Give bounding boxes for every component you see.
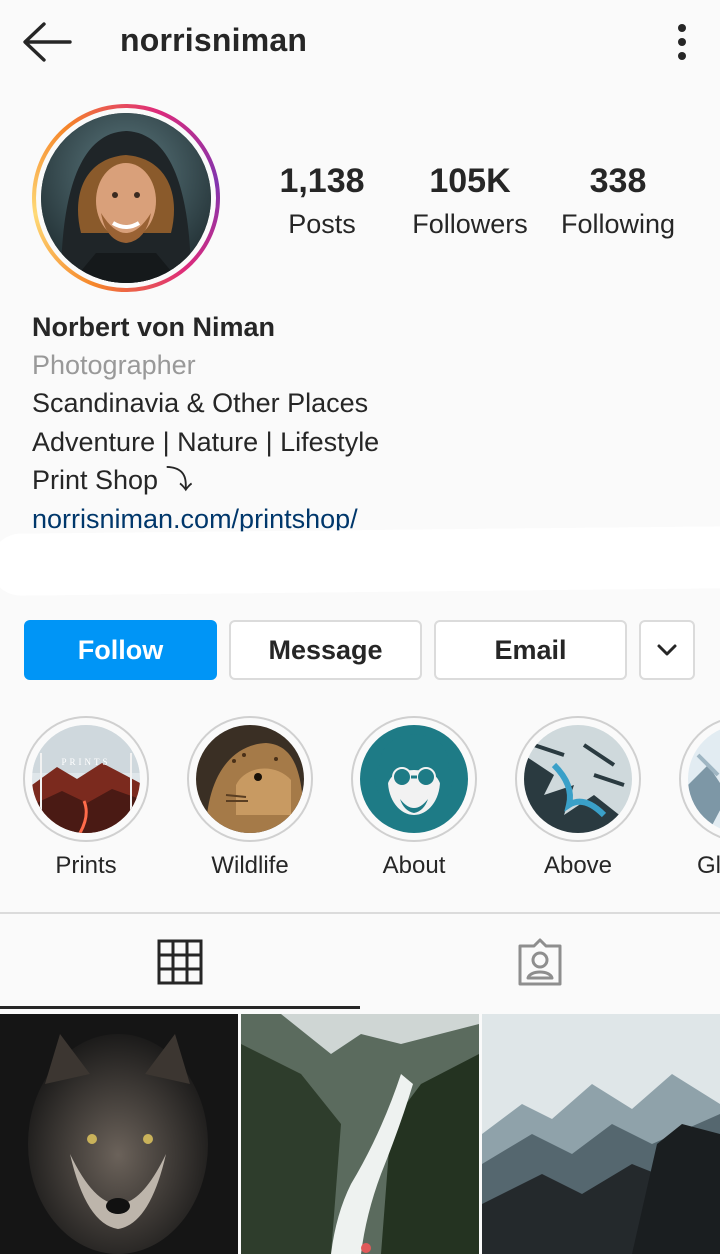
highlight-label: Prints [55,852,117,879]
stat-following-label: Following [560,209,676,239]
follow-button[interactable]: Follow [24,620,217,680]
highlight-cover [688,725,720,833]
post-thumbnail[interactable] [0,1014,238,1254]
stat-following[interactable]: 338 Following [552,162,684,240]
stat-followers-count: 105K [429,162,511,200]
tab-grid[interactable] [0,914,360,1010]
post-thumbnail[interactable] [482,1014,720,1254]
tab-tagged[interactable] [360,914,720,1010]
highlight-prints[interactable]: PRINTS Prints [23,716,149,880]
top-bar: norrisniman [0,0,720,86]
highlight-label: Gl [697,852,720,879]
highlight-gl[interactable]: Gl [679,716,720,880]
highlight-above[interactable]: Above [515,716,641,880]
highlight-cover: PRINTS [32,725,140,833]
profile-category: Photographer [32,350,196,380]
stat-following-count: 338 [589,162,647,200]
profile-full-name: Norbert von Niman [32,312,276,342]
three-dots-vertical-icon[interactable] [668,22,696,62]
stat-posts-count: 1,138 [279,162,365,200]
tagged-person-icon [518,938,562,986]
suggested-accounts-button[interactable] [639,620,695,680]
bio-line: Scandinavia & Other Places [32,388,369,418]
active-tab-indicator [0,1006,360,1009]
stat-followers-label: Followers [412,209,528,239]
grid-icon [157,939,203,985]
story-ring[interactable] [32,104,220,292]
stat-posts[interactable]: 1,138 Posts [266,162,378,240]
bio-line: Adventure | Nature | Lifestyle [32,426,380,457]
stat-followers[interactable]: 105K Followers [404,162,536,240]
highlight-overlay-text: PRINTS [61,757,110,767]
highlight-ring: PRINTS [23,716,149,842]
redaction-strip [0,526,720,596]
chevron-down-icon [657,644,677,656]
highlight-ring [351,716,477,842]
highlight-ring [679,716,720,842]
avatar[interactable] [41,113,211,283]
highlight-label: Wildlife [211,852,289,879]
highlight-wildlife[interactable]: Wildlife [187,716,313,880]
highlight-cover [524,725,632,833]
bio: Norbert von Niman Photographer Scandinav… [32,308,692,538]
highlight-ring [515,716,641,842]
message-button[interactable]: Message [229,620,422,680]
highlight-about[interactable]: About [351,716,477,880]
arrow-left-icon[interactable] [20,20,74,64]
stat-posts-label: Posts [288,209,356,239]
highlight-cover [360,725,468,833]
profile-username: norrisniman [120,22,308,58]
bio-line: Print Shop ⤵ [32,465,193,495]
email-button[interactable]: Email [434,620,627,680]
highlight-label: Above [543,852,613,879]
post-thumbnail[interactable] [241,1014,479,1254]
highlight-cover [196,725,304,833]
highlight-label: About [382,852,446,879]
highlight-ring [187,716,313,842]
